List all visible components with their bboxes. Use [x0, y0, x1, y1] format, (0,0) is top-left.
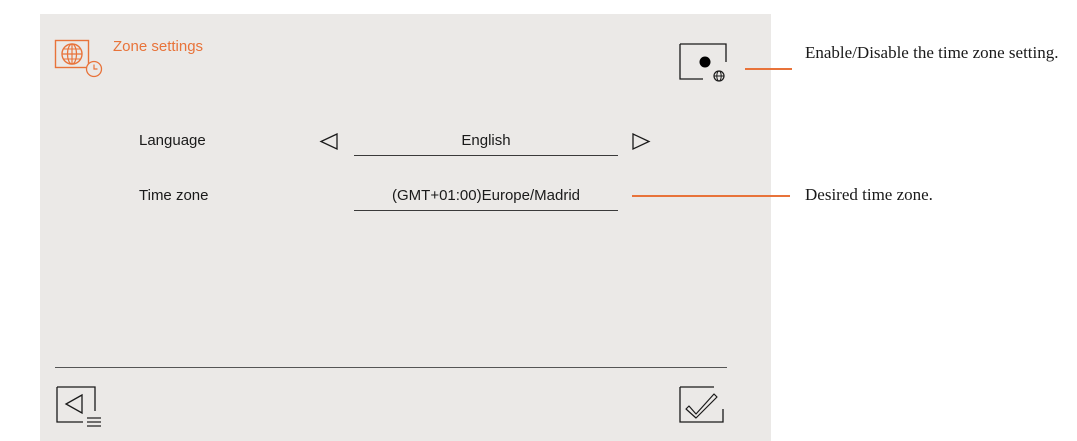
triangle-right-icon[interactable] [630, 132, 652, 152]
device-screen [40, 14, 771, 441]
triangle-left-icon[interactable] [318, 132, 340, 152]
toggle-callout-line [745, 68, 792, 70]
timezone-underline [354, 210, 618, 211]
toggle-globe-icon[interactable] [678, 42, 734, 86]
language-label: Language [139, 132, 206, 149]
globe-clock-icon [54, 39, 103, 78]
timezone-label: Time zone [139, 187, 209, 204]
timezone-callout-line [632, 195, 790, 197]
toggle-note: Enable/Disable the time zone setting. [805, 43, 1059, 62]
language-underline [354, 155, 618, 156]
back-icon[interactable] [55, 385, 105, 429]
page-title: Zone settings [113, 38, 204, 55]
timezone-value[interactable]: (GMT+01:00)Europe/Madrid [354, 187, 618, 204]
footer-divider [55, 367, 727, 368]
timezone-note: Desired time zone. [805, 185, 933, 204]
checkmark-icon[interactable] [678, 385, 728, 429]
language-value[interactable]: English [354, 132, 618, 149]
